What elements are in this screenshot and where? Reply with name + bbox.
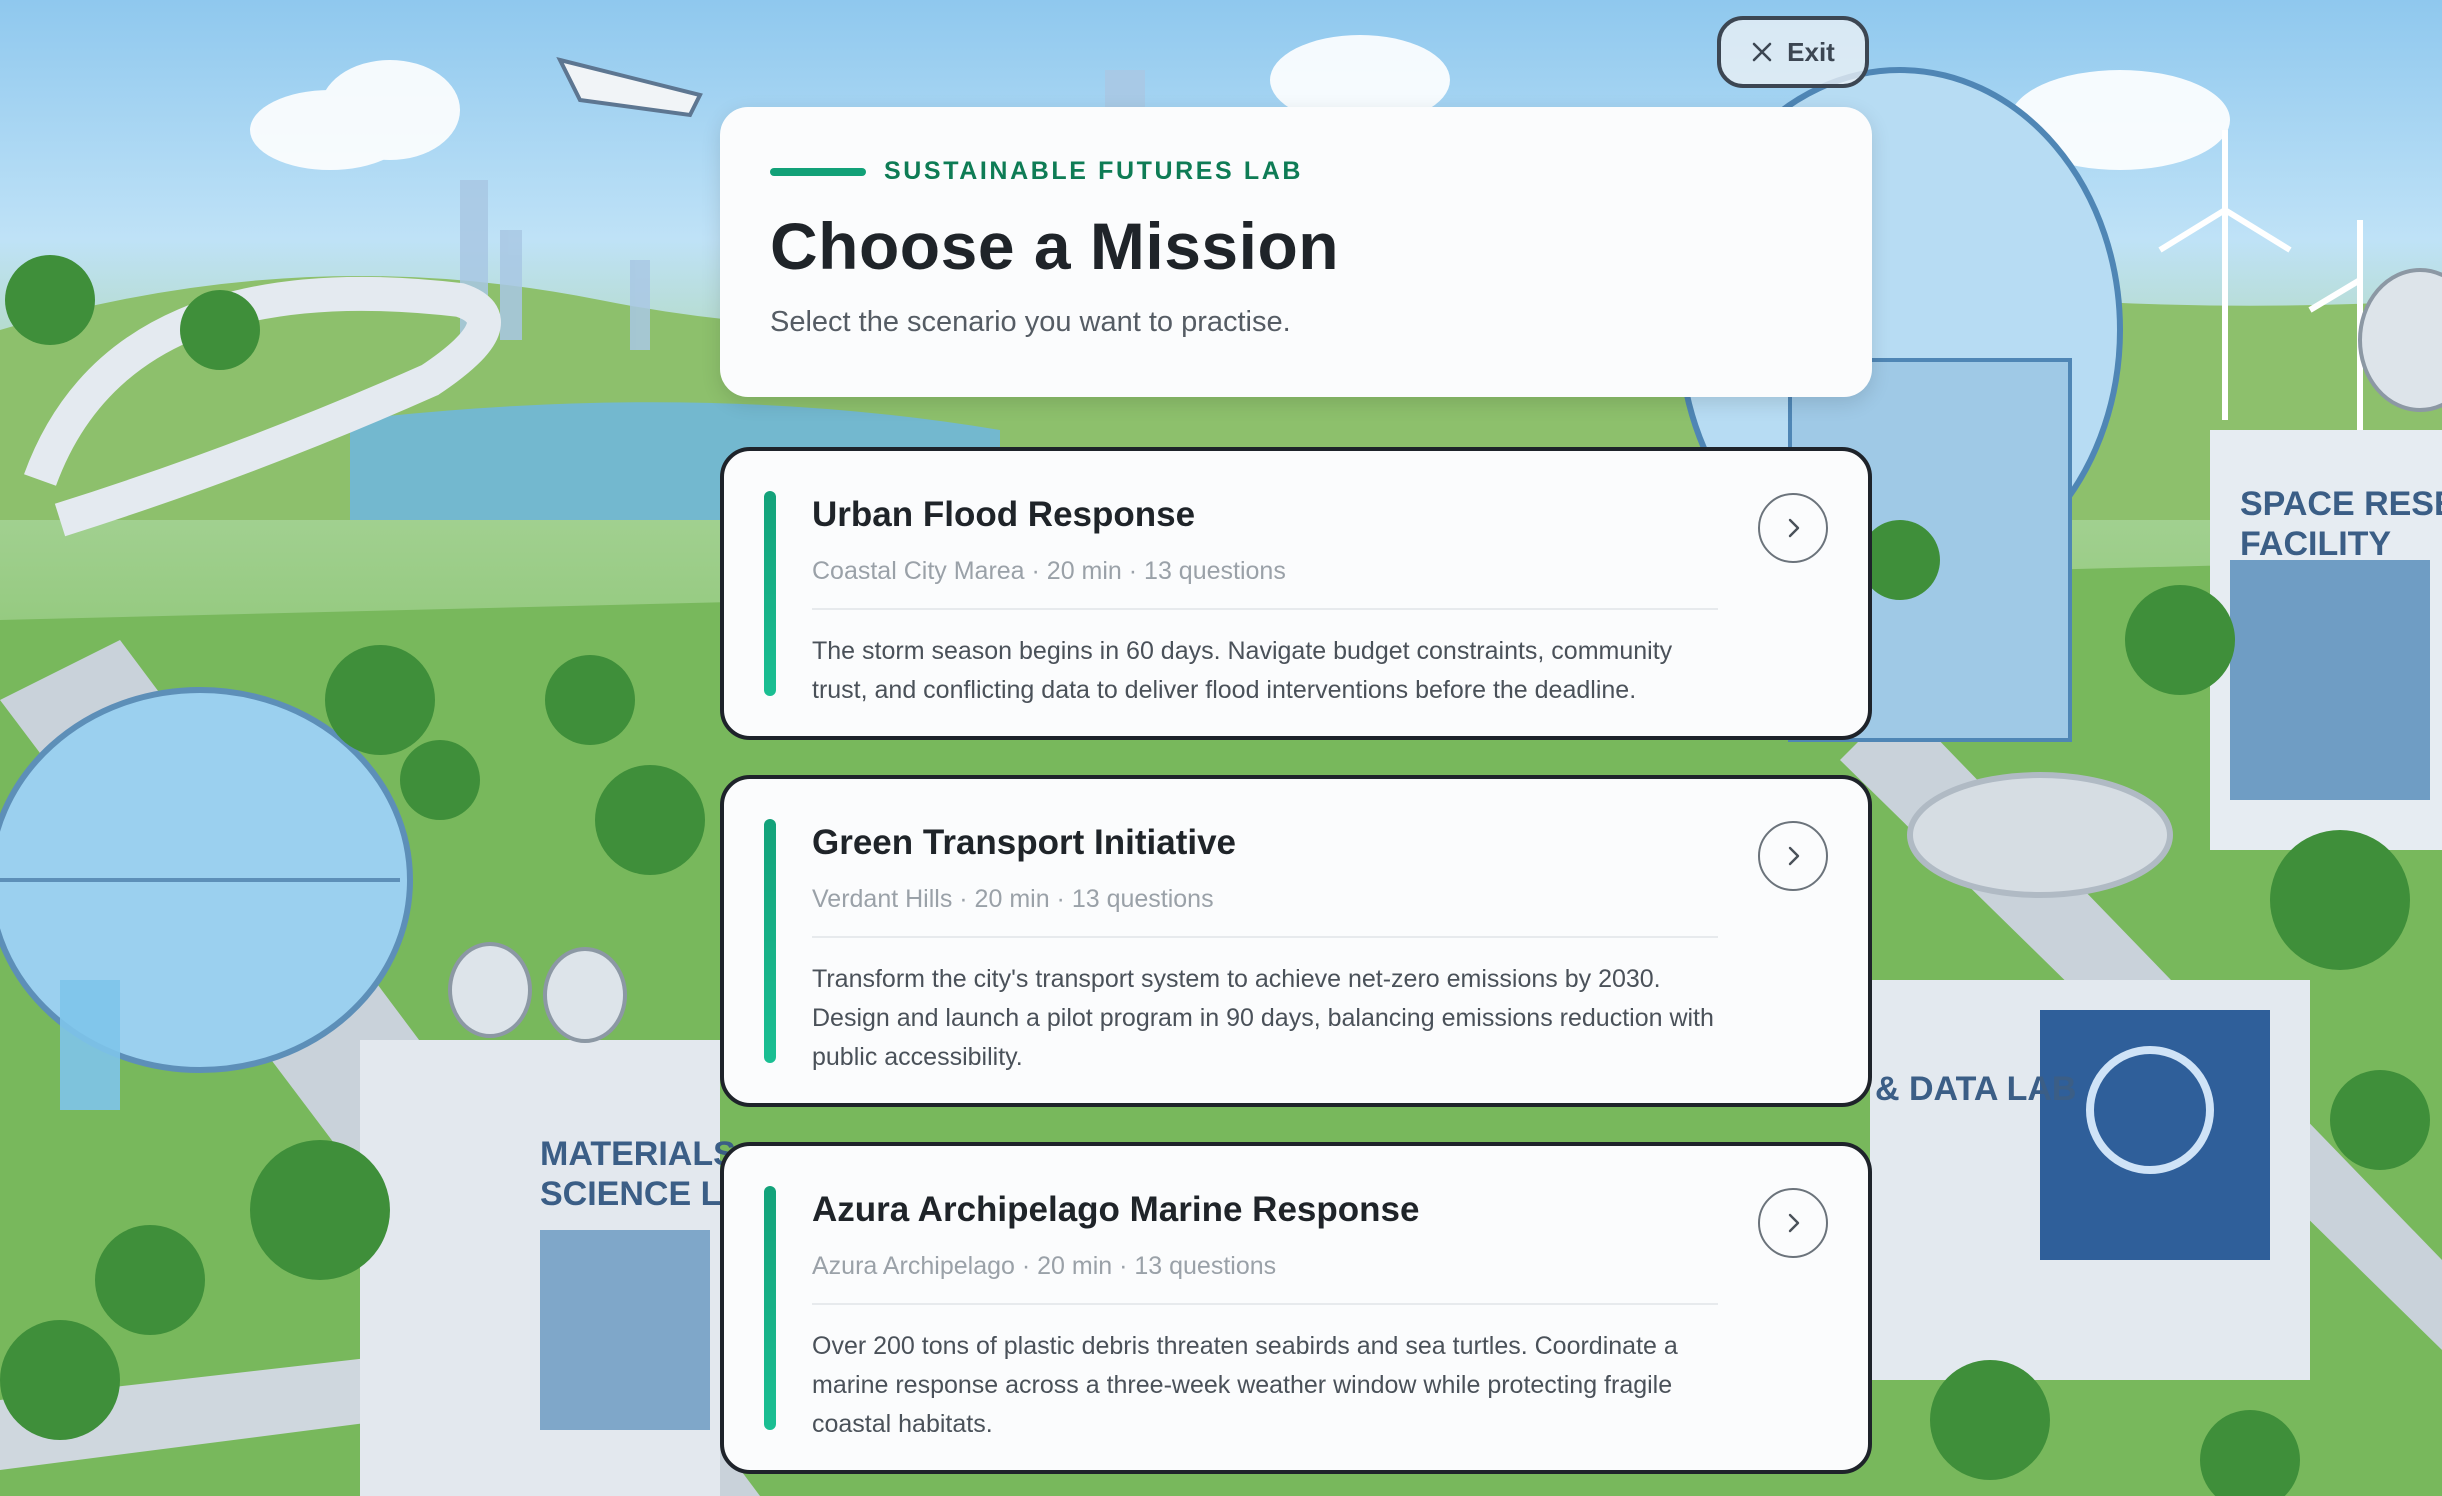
mission-card-green-transport-initiative[interactable]: Green Transport Initiative Verdant Hills… xyxy=(720,775,1872,1107)
data-lab-sign: & DATA LAB xyxy=(1875,1070,2076,1108)
mission-title: Urban Flood Response xyxy=(812,495,1196,534)
app-screen: SPACE RESEARCH FACILITY & DATA LAB MATER… xyxy=(0,0,2442,1496)
mission-meta: Coastal City Marea · 20 min · 13 questio… xyxy=(812,557,1718,610)
page-title: Choose a Mission xyxy=(770,209,1340,283)
mission-description: Over 200 tons of plastic debris threaten… xyxy=(812,1332,1678,1438)
mission-accent-bar xyxy=(764,819,776,1063)
mission-open-button[interactable] xyxy=(1758,493,1828,563)
page-subtitle: Select the scenario you want to practise… xyxy=(770,306,1291,338)
mission-meta: Azura Archipelago · 20 min · 13 question… xyxy=(812,1252,1718,1305)
materials-lab-sign: MATERIALS xyxy=(540,1135,736,1173)
chevron-right-icon xyxy=(1788,518,1800,538)
mission-open-button[interactable] xyxy=(1758,1188,1828,1258)
mission-accent-bar xyxy=(764,1186,776,1430)
chevron-right-icon xyxy=(1788,1213,1800,1233)
facility-sign: FACILITY xyxy=(2240,525,2391,563)
chevron-right-icon xyxy=(1788,846,1800,866)
mission-title: Green Transport Initiative xyxy=(812,823,1236,862)
eyebrow-accent-bar xyxy=(770,167,866,176)
header-card: SUSTAINABLE FUTURES LAB Choose a Mission… xyxy=(720,107,1872,397)
mission-accent-bar xyxy=(764,491,776,696)
eyebrow-label: SUSTAINABLE FUTURES LAB xyxy=(884,157,1304,185)
mission-title: Azura Archipelago Marine Response xyxy=(812,1190,1420,1229)
close-icon xyxy=(1752,42,1772,62)
mission-description: Transform the city's transport system to… xyxy=(812,965,1714,1071)
mission-description: The storm season begins in 60 days. Navi… xyxy=(812,637,1673,704)
exit-button[interactable]: Exit xyxy=(1717,16,1869,88)
mission-card-azura-archipelago-marine-response[interactable]: Azura Archipelago Marine Response Azura … xyxy=(720,1142,1872,1474)
space-research-sign: SPACE RESEARCH xyxy=(2240,485,2442,523)
exit-button-label: Exit xyxy=(1787,36,1835,67)
mission-open-button[interactable] xyxy=(1758,821,1828,891)
mission-card-urban-flood-response[interactable]: Urban Flood Response Coastal City Marea … xyxy=(720,447,1872,740)
eyebrow: SUSTAINABLE FUTURES LAB xyxy=(770,157,1822,186)
mission-meta: Verdant Hills · 20 min · 13 questions xyxy=(812,885,1718,938)
